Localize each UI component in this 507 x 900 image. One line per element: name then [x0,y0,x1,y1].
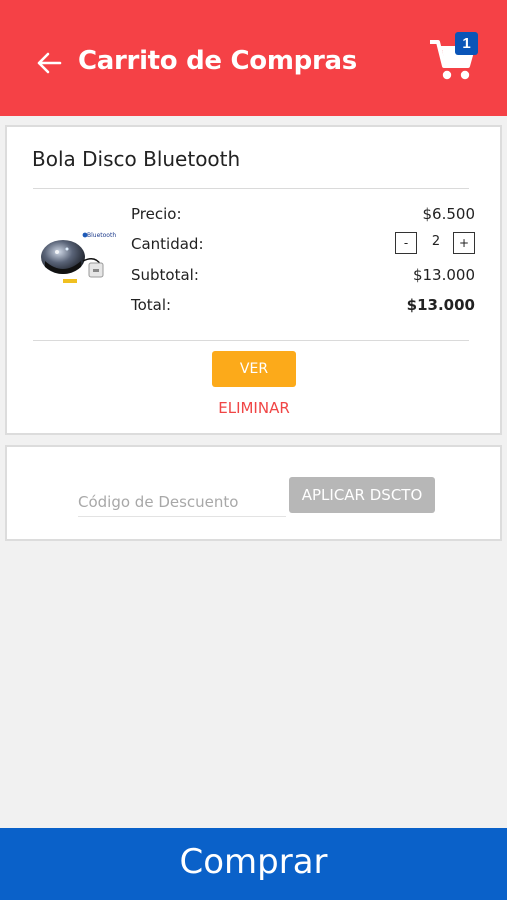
back-button[interactable] [34,48,64,78]
arrow-left-icon [37,52,62,74]
decrease-quantity-button[interactable]: - [395,232,417,254]
page-title: Carrito de Compras [78,46,357,76]
quantity-stepper: - 2 + [395,232,475,254]
price-row: Precio: $6.500 [131,205,475,227]
product-image-brand: Bluetooth [87,232,116,239]
apply-discount-button[interactable]: APLICAR DSCTO [289,477,435,513]
increase-quantity-button[interactable]: + [453,232,475,254]
subtotal-value: $13.000 [412,266,475,284]
buy-button[interactable]: Comprar [0,828,507,900]
total-value: $13.000 [406,296,475,314]
total-label: Total: [131,296,172,314]
app-bar: Carrito de Compras 1 [0,0,507,116]
total-row: Total: $13.000 [131,296,475,318]
disco-ball-product-image: Bluetooth [41,232,116,283]
product-image[interactable]: Bluetooth [37,227,119,297]
quantity-value: 2 [431,234,441,249]
cart-count-badge: 1 [455,32,478,55]
price-value: $6.500 [422,205,476,223]
quantity-row: Cantidad: - 2 + [131,232,475,257]
cart-item-card: Bola Disco Bluetooth Bluetooth Precio: $… [5,125,502,435]
divider [33,188,469,189]
quantity-label: Cantidad: [131,235,204,253]
product-name: Bola Disco Bluetooth [32,147,241,171]
divider [33,340,469,341]
discount-code-input[interactable] [78,487,286,517]
delete-button[interactable]: ELIMINAR [187,399,321,417]
price-label: Precio: [131,205,182,223]
subtotal-label: Subtotal: [131,266,199,284]
subtotal-row: Subtotal: $13.000 [131,266,475,288]
discount-card: APLICAR DSCTO [5,445,502,541]
view-button[interactable]: VER [212,351,296,387]
